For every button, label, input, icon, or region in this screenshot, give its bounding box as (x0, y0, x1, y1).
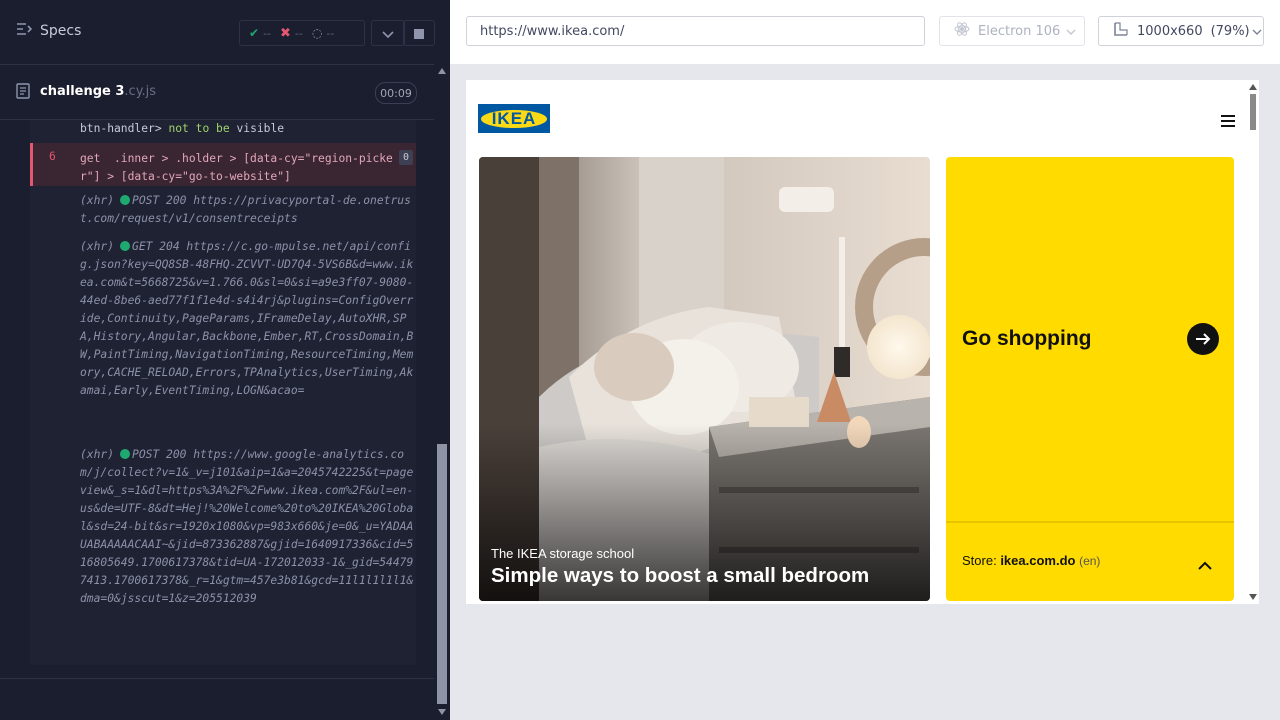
stop-button[interactable] (403, 20, 435, 46)
status-dot-icon (120, 241, 131, 251)
command-number: 6 (49, 150, 56, 163)
log-scrollbar[interactable] (434, 64, 450, 720)
passed-stat: ✔ -- (249, 26, 272, 40)
xhr-entry-3[interactable]: (xhr) POST 200 https://www.google-analyti… (80, 446, 416, 608)
go-shopping-card[interactable]: Go shopping Store: ikea.com.do (en) (946, 157, 1234, 601)
failed-command-row[interactable]: 6 get .inner > .holder > [data-cy="regio… (30, 143, 416, 186)
ruler-icon (1113, 21, 1129, 41)
document-icon (16, 83, 30, 103)
xhr-entry-1[interactable]: (xhr) POST 200 https://privacyportal-de.o… (80, 192, 416, 228)
viewport-selector[interactable]: 1000x660 (79%) (1098, 16, 1264, 46)
spec-name: challenge 3.cy.js (40, 84, 157, 99)
aut-panel: https://www.ikea.com/ Electron 106 1000x… (450, 0, 1280, 720)
check-icon: ✔ (249, 26, 260, 40)
previous-command-line[interactable]: btn-handler> not to be visible (80, 122, 284, 135)
scroll-thumb[interactable] (437, 444, 447, 704)
url-bar[interactable]: https://www.ikea.com/ (466, 16, 925, 46)
chevron-down-icon (1252, 24, 1262, 39)
site-scrollbar[interactable] (1247, 80, 1259, 604)
cross-icon: ✖ (280, 25, 291, 41)
spec-header[interactable]: challenge 3.cy.js 00:09 (0, 64, 434, 120)
arrow-right-icon[interactable] (1187, 323, 1219, 355)
specs-list-icon (16, 22, 33, 40)
specs-label: Specs (40, 23, 82, 39)
command-text: get .inner > .holder > [data-cy="region-… (80, 152, 393, 183)
reporter-panel: Specs ✔ -- ✖ -- ◌ -- challenge 3.cy.js 00:0… (0, 0, 450, 720)
pending-stat: ◌ -- (311, 26, 335, 40)
electron-icon (954, 21, 970, 41)
store-selector[interactable]: Store: ikea.com.do (en) (962, 553, 1100, 568)
hamburger-menu-icon[interactable] (1221, 112, 1235, 131)
aut-header: https://www.ikea.com/ Electron 106 1000x… (450, 0, 1280, 64)
ikea-logo[interactable]: IKEA (478, 104, 550, 133)
xhr-entry-2[interactable]: (xhr) GET 204 https://c.go-mpulse.net/api… (80, 238, 416, 400)
status-dot-icon (120, 195, 131, 205)
specs-toggle[interactable]: Specs (16, 22, 81, 40)
scroll-down-icon[interactable] (438, 709, 446, 715)
expand-button[interactable] (371, 20, 405, 46)
hero-subtitle: The IKEA storage school (491, 546, 635, 561)
status-dot-icon (120, 449, 131, 459)
test-stats: ✔ -- ✖ -- ◌ -- (239, 20, 365, 46)
command-log: btn-handler> not to be visible 6 get .in… (30, 120, 416, 665)
browser-selector[interactable]: Electron 106 (939, 16, 1085, 46)
stop-icon (414, 24, 424, 43)
hero-banner[interactable]: The IKEA storage school Simple ways to b… (479, 157, 930, 601)
reporter-header: Specs ✔ -- ✖ -- ◌ -- (0, 0, 450, 65)
divider (0, 678, 434, 679)
divider (946, 521, 1234, 523)
bedroom-photo (479, 157, 930, 601)
go-shopping-label: Go shopping (962, 327, 1092, 350)
element-count-badge: 0 (399, 150, 413, 165)
chevron-up-icon[interactable] (1198, 555, 1212, 574)
site-frame: IKEA The IKEA storage school Simple ways… (466, 80, 1259, 604)
chevron-down-icon (1066, 24, 1076, 39)
chevron-down-icon (382, 24, 394, 43)
scroll-up-icon[interactable] (438, 68, 446, 74)
spec-duration: 00:09 (375, 82, 417, 104)
failed-stat: ✖ -- (280, 25, 303, 41)
hero-title: Simple ways to boost a small bedroom (491, 564, 870, 587)
pending-circle-icon: ◌ (311, 26, 323, 40)
